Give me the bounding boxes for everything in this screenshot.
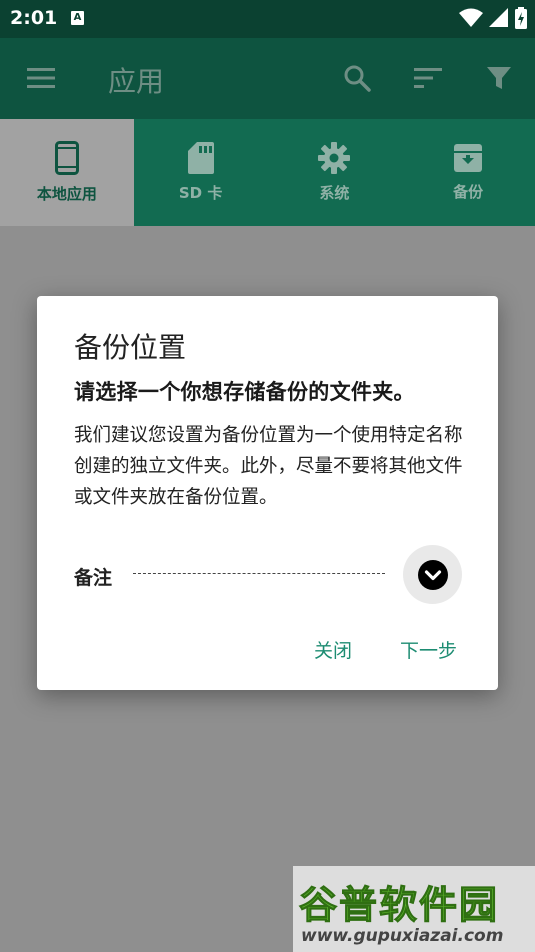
note-label: 备注 — [74, 567, 113, 589]
tab-label: SD 卡 — [178, 184, 223, 202]
search-icon[interactable] — [343, 64, 371, 92]
tab-backup[interactable]: 备份 — [401, 119, 535, 226]
archive-icon — [454, 144, 483, 172]
tab-label: 系统 — [319, 184, 350, 202]
tab-bar: 本地应用 SD 卡 系统 备份 — [0, 119, 535, 226]
watermark: 谷普软件园 www.gupuxiazai.com — [293, 866, 535, 952]
sort-icon[interactable] — [414, 67, 442, 89]
status-time: 2:01 — [10, 7, 58, 29]
dialog-subtitle: 请选择一个你想存储备份的文件夹。 — [74, 380, 415, 404]
menu-icon[interactable] — [27, 67, 55, 89]
app-toolbar: 应用 — [0, 38, 535, 119]
watermark-url: www.gupuxiazai.com — [301, 926, 504, 946]
dialog-message: 我们建议您设置为备份位置为一个使用特定名称创建的独立文件夹。此外，尽量不要将其他… — [74, 425, 463, 508]
dialog-title: 备份位置 — [74, 331, 187, 364]
note-input[interactable] — [133, 561, 385, 587]
gear-icon — [318, 142, 351, 174]
battery-charging-icon — [515, 7, 527, 29]
wifi-icon — [459, 8, 483, 27]
toolbar-title: 应用 — [108, 65, 165, 98]
status-bar: 2:01 A — [0, 0, 535, 38]
sd-card-icon — [187, 142, 214, 174]
filter-icon[interactable] — [486, 65, 512, 91]
watermark-logo-text: 谷普软件园 — [298, 883, 500, 928]
tab-label: 本地应用 — [36, 185, 97, 203]
tab-local-apps[interactable]: 本地应用 — [0, 119, 134, 226]
status-icons — [459, 7, 527, 29]
signal-icon — [489, 8, 508, 27]
close-button[interactable]: 关闭 — [314, 636, 352, 663]
chevron-down-circle-icon — [417, 559, 448, 590]
phone-icon — [54, 141, 79, 175]
notification-badge: A — [71, 11, 84, 25]
next-step-button[interactable]: 下一步 — [400, 636, 457, 663]
tab-system[interactable]: 系统 — [268, 119, 402, 226]
tab-sd-card[interactable]: SD 卡 — [134, 119, 268, 226]
backup-location-dialog: 备份位置 请选择一个你想存储备份的文件夹。 我们建议您设置为备份位置为一个使用特… — [37, 296, 498, 690]
tab-label: 备份 — [453, 183, 484, 201]
note-dropdown-button[interactable] — [403, 545, 462, 604]
